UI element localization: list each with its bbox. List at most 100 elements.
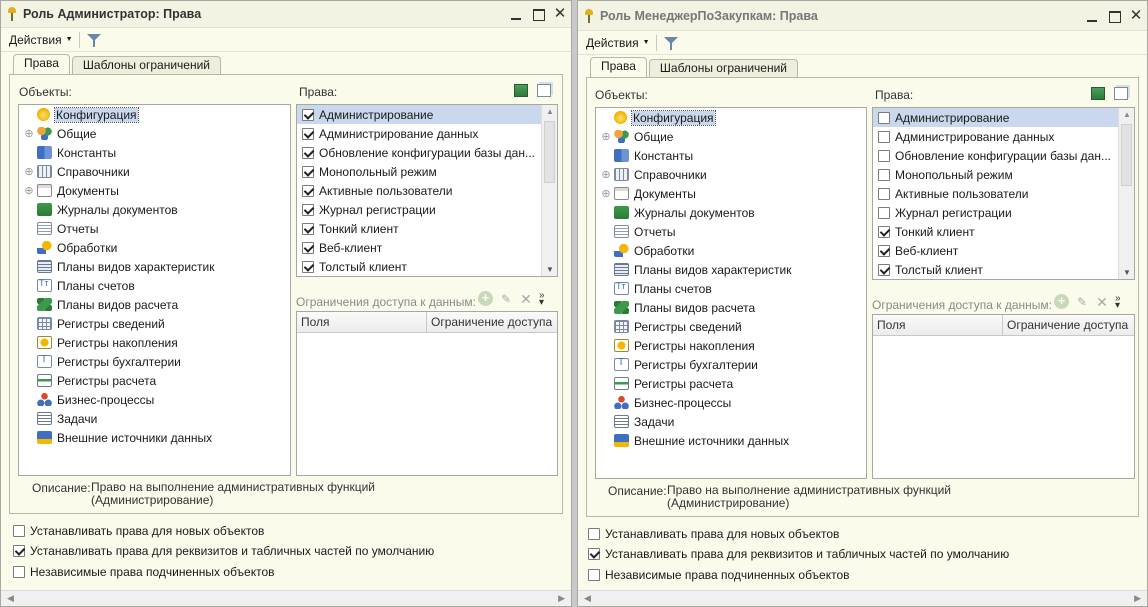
add-icon[interactable]: +	[1054, 294, 1069, 309]
add-icon[interactable]: +	[478, 291, 493, 306]
right-item[interactable]: Администрирование данных	[297, 124, 557, 143]
option-checkbox[interactable]	[588, 528, 600, 540]
close-icon[interactable]: ✕	[549, 3, 571, 25]
objects-tree[interactable]: Конфигурация ⊕ Общие Константы ⊕ Справочники ⊕…	[595, 107, 867, 479]
tree-item[interactable]: Обработки	[19, 238, 290, 257]
tree-item[interactable]: Конфигурация	[596, 108, 866, 127]
right-item[interactable]: Журнал регистрации	[297, 200, 557, 219]
right-checkbox[interactable]	[878, 130, 890, 143]
more-actions-icon[interactable]: » ▾	[539, 290, 549, 307]
column-access-restriction[interactable]: Ограничение доступа	[1003, 315, 1128, 335]
option-independent-rights[interactable]: Независимые права подчиненных объектов	[588, 568, 850, 582]
tree-item[interactable]: Регистры бухгалтерии	[596, 355, 866, 374]
restrictions-grid[interactable]: Поля Ограничение доступа	[296, 311, 558, 476]
column-fields[interactable]: Поля	[297, 312, 427, 332]
tree-item[interactable]: ⊕ Справочники	[19, 162, 290, 181]
right-item[interactable]: Администрирование данных	[873, 127, 1134, 146]
tree-item[interactable]: Конфигурация	[19, 105, 290, 124]
right-checkbox[interactable]	[302, 241, 314, 254]
expand-icon[interactable]: ⊕	[601, 130, 611, 143]
tree-item[interactable]: Планы счетов	[596, 279, 866, 298]
option-new-objects[interactable]: Устанавливать права для новых объектов	[588, 527, 839, 541]
filter-icon[interactable]	[663, 35, 679, 51]
right-checkbox[interactable]	[302, 203, 314, 216]
actions-menu-button[interactable]: Действия ▼	[586, 36, 650, 50]
tree-item[interactable]: Планы видов расчета	[19, 295, 290, 314]
tree-item[interactable]: Планы видов характеристик	[596, 260, 866, 279]
tree-item[interactable]: Отчеты	[596, 222, 866, 241]
option-independent-rights[interactable]: Независимые права подчиненных объектов	[13, 565, 275, 579]
horizontal-scrollbar[interactable]: ◀ ▶	[1, 590, 571, 606]
more-actions-icon[interactable]: » ▾	[1115, 293, 1125, 310]
right-item[interactable]: Активные пользователи	[297, 181, 557, 200]
tree-item[interactable]: ⊕ Общие	[596, 127, 866, 146]
right-checkbox[interactable]	[878, 244, 890, 257]
rights-list[interactable]: Администрирование Администрирование данны…	[872, 107, 1135, 280]
scroll-up-icon[interactable]: ▲	[1123, 110, 1131, 119]
tree-item[interactable]: Регистры бухгалтерии	[19, 352, 290, 371]
right-item[interactable]: Тонкий клиент	[297, 219, 557, 238]
delete-icon[interactable]: ✕	[1095, 295, 1109, 309]
tree-item[interactable]: Задачи	[596, 412, 866, 431]
right-checkbox[interactable]	[878, 225, 890, 238]
right-checkbox[interactable]	[878, 149, 890, 162]
objects-tree[interactable]: Конфигурация ⊕ Общие Константы ⊕ Справочники ⊕…	[18, 104, 291, 476]
maximize-icon[interactable]	[1103, 5, 1125, 27]
right-item[interactable]: Толстый клиент	[873, 260, 1134, 279]
option-attributes-default[interactable]: Устанавливать права для реквизитов и таб…	[588, 547, 1009, 561]
scroll-up-icon[interactable]: ▲	[546, 107, 554, 116]
column-fields[interactable]: Поля	[873, 315, 1003, 335]
right-item[interactable]: Администрирование	[873, 108, 1134, 127]
uncheck-all-icon[interactable]	[1114, 87, 1128, 100]
check-all-icon[interactable]	[514, 84, 528, 97]
option-attributes-default[interactable]: Устанавливать права для реквизитов и таб…	[13, 544, 434, 558]
option-checkbox[interactable]	[13, 566, 25, 578]
tree-item[interactable]: Задачи	[19, 409, 290, 428]
close-icon[interactable]: ✕	[1125, 5, 1147, 27]
column-access-restriction[interactable]: Ограничение доступа	[427, 312, 552, 332]
tree-item[interactable]: Внешние источники данных	[19, 428, 290, 447]
right-checkbox[interactable]	[878, 187, 890, 200]
tab-rights[interactable]: Права	[13, 54, 70, 74]
scroll-thumb[interactable]	[1121, 124, 1132, 186]
tree-item[interactable]: Отчеты	[19, 219, 290, 238]
expand-icon[interactable]: ⊕	[601, 187, 611, 200]
scroll-down-icon[interactable]: ▼	[1123, 268, 1131, 277]
option-new-objects[interactable]: Устанавливать права для новых объектов	[13, 524, 264, 538]
right-checkbox[interactable]	[302, 146, 314, 159]
right-checkbox[interactable]	[302, 260, 314, 273]
right-checkbox[interactable]	[878, 168, 890, 181]
tree-item[interactable]: ⊕ Общие	[19, 124, 290, 143]
tree-item[interactable]: Бизнес-процессы	[596, 393, 866, 412]
tree-item[interactable]: Константы	[19, 143, 290, 162]
edit-icon[interactable]: ✎	[499, 292, 513, 306]
expand-icon[interactable]: ⊕	[24, 184, 34, 197]
tree-item[interactable]: Планы видов характеристик	[19, 257, 290, 276]
tree-item[interactable]: Планы видов расчета	[596, 298, 866, 317]
horizontal-scrollbar[interactable]: ◀ ▶	[578, 590, 1147, 606]
right-checkbox[interactable]	[302, 222, 314, 235]
right-item[interactable]: Администрирование	[297, 105, 557, 124]
right-item[interactable]: Активные пользователи	[873, 184, 1134, 203]
tab-restriction-templates[interactable]: Шаблоны ограничений	[71, 56, 221, 74]
maximize-icon[interactable]	[527, 3, 549, 25]
option-checkbox[interactable]	[13, 545, 25, 557]
tree-item[interactable]: Константы	[596, 146, 866, 165]
rights-scrollbar[interactable]: ▲ ▼	[541, 105, 557, 276]
check-all-icon[interactable]	[1091, 87, 1105, 100]
tree-item[interactable]: Внешние источники данных	[596, 431, 866, 450]
tree-item[interactable]: Журналы документов	[19, 200, 290, 219]
right-checkbox[interactable]	[302, 165, 314, 178]
option-checkbox[interactable]	[13, 525, 25, 537]
tree-item[interactable]: Регистры сведений	[19, 314, 290, 333]
scroll-right-icon[interactable]: ▶	[1134, 593, 1141, 604]
tree-item[interactable]: ⊕ Справочники	[596, 165, 866, 184]
rights-scrollbar[interactable]: ▲ ▼	[1118, 108, 1134, 279]
tree-item[interactable]: ⊕ Документы	[596, 184, 866, 203]
tree-item[interactable]: Бизнес-процессы	[19, 390, 290, 409]
tree-item[interactable]: Регистры накопления	[19, 333, 290, 352]
scroll-left-icon[interactable]: ◀	[7, 593, 14, 604]
scroll-left-icon[interactable]: ◀	[584, 593, 591, 604]
scroll-right-icon[interactable]: ▶	[558, 593, 565, 604]
right-checkbox[interactable]	[302, 184, 314, 197]
